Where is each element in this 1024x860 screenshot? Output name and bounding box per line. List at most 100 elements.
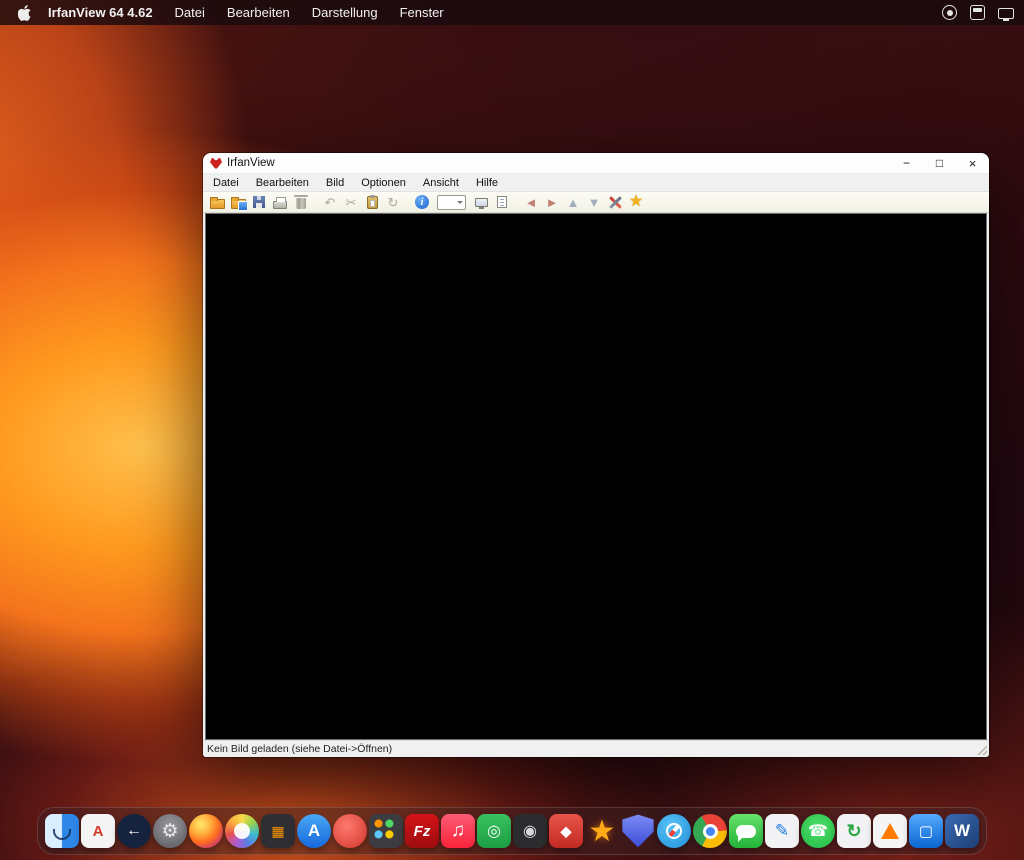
dock-icon-system-settings[interactable]: ⚙ xyxy=(153,814,187,848)
page-icon xyxy=(497,196,507,208)
open-folder-icon xyxy=(210,199,225,209)
settings-tools-button[interactable] xyxy=(605,193,625,212)
cut-icon: ✂ xyxy=(346,196,357,209)
dock-icon-text-editor-app[interactable]: A xyxy=(81,814,115,848)
cut-button[interactable]: ✂ xyxy=(341,193,361,212)
fullscreen-button[interactable] xyxy=(471,193,491,212)
redo-button[interactable]: ↻ xyxy=(383,193,403,212)
menu-hilfe[interactable]: Hilfe xyxy=(474,177,500,189)
dock-icon-finder[interactable] xyxy=(45,814,79,848)
dock-icon-compass-browser-app[interactable] xyxy=(657,814,691,848)
dock-icon-vlc[interactable] xyxy=(873,814,907,848)
first-image-button[interactable]: ▲ xyxy=(563,193,583,212)
display-status-icon[interactable] xyxy=(998,8,1014,19)
dock-icon-filezilla[interactable]: Fz xyxy=(405,814,439,848)
down-arrow-icon: ▼ xyxy=(588,196,601,209)
macos-menu-bar: IrfanView 64 4.62 Datei Bearbeiten Darst… xyxy=(0,0,1024,25)
dock-icon-photos[interactable] xyxy=(225,814,259,848)
next-image-button[interactable]: ► xyxy=(542,193,562,212)
menu-bearbeiten[interactable]: Bearbeiten xyxy=(254,177,311,189)
delete-button[interactable] xyxy=(291,193,311,212)
active-app-name[interactable]: IrfanView 64 4.62 xyxy=(48,5,153,20)
dock-icon-sync-app[interactable]: ↻ xyxy=(837,814,871,848)
menu-ansicht[interactable]: Ansicht xyxy=(421,177,461,189)
close-button[interactable]: × xyxy=(956,153,989,173)
macos-menu-darstellung[interactable]: Darstellung xyxy=(312,5,378,20)
pencil-icon: ✎ xyxy=(775,821,789,841)
info-button[interactable]: i xyxy=(412,193,432,212)
dock-icon-video-capture-app[interactable]: ◎ xyxy=(477,814,511,848)
paste-button[interactable] xyxy=(362,193,382,212)
print-button[interactable] xyxy=(270,193,290,212)
previous-image-button[interactable]: ◄ xyxy=(521,193,541,212)
redo-icon: ↻ xyxy=(388,196,399,209)
compass-icon xyxy=(666,823,682,839)
previous-arrow-icon: ◄ xyxy=(525,196,538,209)
video-lens-icon: ◎ xyxy=(487,821,501,841)
last-image-button[interactable]: ▼ xyxy=(584,193,604,212)
undo-button[interactable]: ↶ xyxy=(320,193,340,212)
dock-icon-messages[interactable] xyxy=(729,814,763,848)
maximize-button[interactable]: □ xyxy=(923,153,956,173)
up-arrow-icon: ▲ xyxy=(567,196,580,209)
menu-optionen[interactable]: Optionen xyxy=(359,177,408,189)
status-bar: Kein Bild geladen (siehe Datei->Öffnen) xyxy=(203,740,989,757)
window-menu-bar: Datei Bearbeiten Bild Optionen Ansicht H… xyxy=(203,174,989,192)
menu-bild[interactable]: Bild xyxy=(324,177,346,189)
toolbar-separator xyxy=(513,193,520,212)
desktop: IrfanView 64 4.62 Datei Bearbeiten Darst… xyxy=(0,0,1024,860)
macos-menu-fenster[interactable]: Fenster xyxy=(400,5,444,20)
macos-menu-bearbeiten[interactable]: Bearbeiten xyxy=(227,5,290,20)
dock-icon-firefox[interactable] xyxy=(189,814,223,848)
dock-icon-calculator[interactable]: ▦ xyxy=(261,814,295,848)
vlc-cone-icon xyxy=(881,823,899,839)
window-title-bar[interactable]: IrfanView − □ × xyxy=(203,153,989,174)
chrome-icon xyxy=(703,824,718,839)
toolbar-separator xyxy=(312,193,319,212)
text-editor-icon: A xyxy=(93,823,104,840)
speech-bubble-icon xyxy=(736,825,756,838)
dock-icon-remote-desktop-app[interactable]: ▢ xyxy=(909,814,943,848)
printer-icon xyxy=(273,201,287,209)
window-status-icon[interactable] xyxy=(970,5,985,20)
sync-arrows-icon: ↻ xyxy=(846,821,861,842)
dock-icon-back-arrow-app[interactable]: ← xyxy=(117,814,151,848)
diamond-icon: ◆ xyxy=(561,823,572,840)
monitor-icon xyxy=(475,198,488,207)
calculator-icon: ▦ xyxy=(271,823,284,840)
dock-icon-app-store[interactable]: A xyxy=(297,814,331,848)
window-controls: − □ × xyxy=(890,153,989,173)
save-button[interactable] xyxy=(249,193,269,212)
dock-icon-launchpad[interactable] xyxy=(369,814,403,848)
window-title: IrfanView xyxy=(227,157,275,169)
open-button[interactable] xyxy=(207,193,227,212)
menu-datei[interactable]: Datei xyxy=(211,177,241,189)
status-text: Kein Bild geladen (siehe Datei->Öffnen) xyxy=(207,743,392,755)
dock-icon-shield-app[interactable] xyxy=(621,814,655,848)
irfanview-window: IrfanView − □ × Datei Bearbeiten Bild Op… xyxy=(203,153,989,757)
image-canvas[interactable] xyxy=(205,213,987,740)
dock-icon-media-player-app[interactable]: ◆ xyxy=(549,814,583,848)
gear-icon: ⚙ xyxy=(161,820,178,843)
dock-icon-apple-music[interactable]: ♫ xyxy=(441,814,475,848)
record-status-icon[interactable] xyxy=(942,5,957,20)
dock-icon-chrome[interactable] xyxy=(693,814,727,848)
dock-icon-red-circle-app[interactable] xyxy=(333,814,367,848)
dock-icon-camera-app[interactable]: ◉ xyxy=(513,814,547,848)
resize-grip[interactable] xyxy=(976,744,987,755)
apple-menu-icon[interactable] xyxy=(18,5,31,21)
favorites-button[interactable]: ★ xyxy=(626,193,646,212)
dock-icon-word[interactable]: W xyxy=(945,814,979,848)
app-store-icon: A xyxy=(308,821,320,841)
irfanview-star-icon: ★ xyxy=(589,814,616,849)
macos-menu-datei[interactable]: Datei xyxy=(175,5,205,20)
thumbnails-button[interactable] xyxy=(228,193,248,212)
dock-icon-drawing-app[interactable]: ✎ xyxy=(765,814,799,848)
zoom-select[interactable] xyxy=(437,195,466,210)
word-icon: W xyxy=(954,821,970,841)
filezilla-icon: Fz xyxy=(414,823,431,840)
dock-icon-irfanview[interactable]: ★ xyxy=(585,814,619,848)
dock-icon-whatsapp[interactable]: ☎ xyxy=(801,814,835,848)
minimize-button[interactable]: − xyxy=(890,153,923,173)
image-properties-button[interactable] xyxy=(492,193,512,212)
